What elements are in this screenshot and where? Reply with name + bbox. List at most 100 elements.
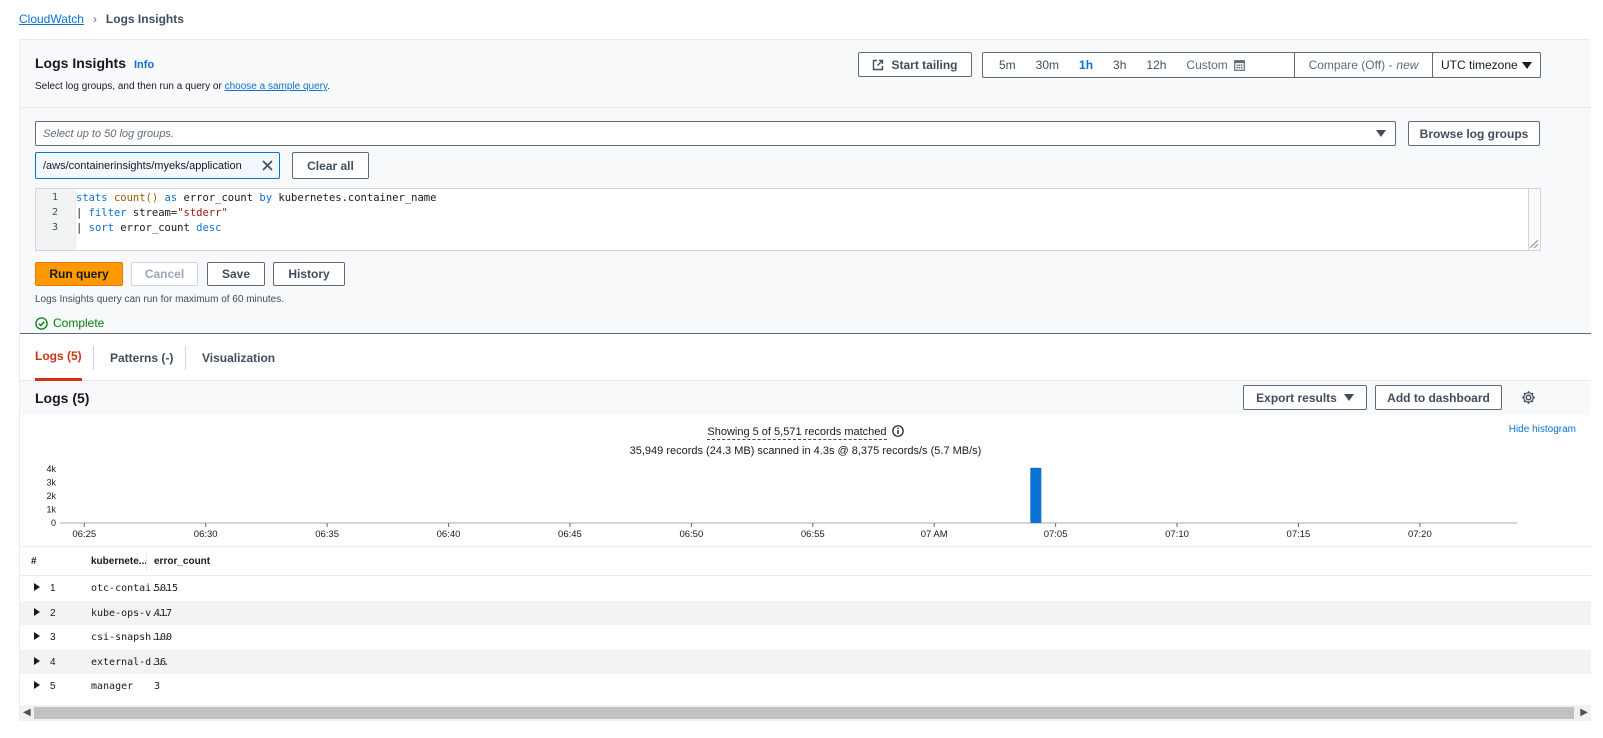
y-tick-label: 1k <box>46 505 56 515</box>
horizontal-scrollbar[interactable]: ◀ ▶ <box>20 705 1591 721</box>
table-row: 2 kube-ops-v... 417 <box>20 600 1591 625</box>
calendar-icon <box>1233 59 1245 71</box>
cell-error-count: 417 <box>154 607 173 619</box>
clear-all-button[interactable]: Clear all <box>292 152 369 179</box>
column-resizer[interactable] <box>146 553 147 571</box>
page-description: Select log groups, and then run a query … <box>35 81 330 92</box>
start-tailing-label: Start tailing <box>891 57 958 72</box>
caret-down-icon <box>1522 61 1532 69</box>
line-number: 2 <box>51 207 58 218</box>
cancel-button[interactable]: Cancel <box>131 262 198 286</box>
row-number: 5 <box>50 681 56 692</box>
query-pipe: | <box>76 222 83 234</box>
info-link[interactable]: Info <box>134 59 154 71</box>
expand-row-icon[interactable] <box>34 681 40 689</box>
tab-divider <box>93 346 94 370</box>
table-row: 3 csi-snapsh... 100 <box>20 625 1591 650</box>
query-text: error_count <box>183 192 254 204</box>
col-header-num: # <box>31 556 37 567</box>
line-number: 1 <box>51 192 58 203</box>
row-number: 2 <box>50 607 56 619</box>
results-table: # kubernete... error_count 1 otc-contai.… <box>20 546 1591 699</box>
time-option-5m[interactable]: 5m <box>989 58 1026 72</box>
compare-toggle[interactable]: Compare (Off) - new <box>1294 52 1432 78</box>
scroll-right-icon[interactable]: ▶ <box>1580 707 1588 718</box>
time-option-1h[interactable]: 1h <box>1069 58 1103 72</box>
time-option-12h[interactable]: 12h <box>1136 58 1176 72</box>
histogram-bar[interactable] <box>1030 467 1042 523</box>
query-string: "stderr" <box>177 207 228 219</box>
expand-row-icon[interactable] <box>34 607 40 616</box>
compare-new-badge: new <box>1396 58 1419 72</box>
expand-row-icon[interactable] <box>34 656 40 665</box>
timezone-value: UTC timezone <box>1441 58 1518 72</box>
expand-row-icon[interactable] <box>34 632 40 640</box>
breadcrumb-cloudwatch-link[interactable]: CloudWatch <box>19 12 84 26</box>
info-icon[interactable] <box>891 425 904 437</box>
save-button[interactable]: Save <box>207 262 265 286</box>
table-row: 4 external-d... 36 <box>20 649 1591 674</box>
y-tick-label: 4k <box>46 465 56 474</box>
sample-query-link[interactable]: choose a sample query <box>225 81 328 92</box>
records-matched-summary: Showing 5 of 5,571 records matched <box>20 425 1591 440</box>
table-row: 5 manager 3 <box>20 674 1591 699</box>
query-editor[interactable]: 1 2 3 stats count() as error_count by ku… <box>35 188 1541 251</box>
tab-patterns[interactable]: Patterns (-) <box>110 334 173 381</box>
expand-row-icon[interactable] <box>34 583 40 591</box>
query-keyword: as <box>164 192 178 204</box>
time-option-30m[interactable]: 30m <box>1026 58 1069 72</box>
cell-error-count: 5015 <box>154 583 179 594</box>
logs-header: Logs (5) Export results Add to dashboard <box>20 381 1591 415</box>
description-prefix: Select log groups, and then run a query … <box>35 81 225 92</box>
logs-insights-panel: Logs Insights Info Select log groups, an… <box>19 39 1591 721</box>
check-circle-icon <box>35 316 48 330</box>
close-icon[interactable] <box>262 160 273 171</box>
table-row: 1 otc-contai... 5015 <box>20 576 1591 601</box>
tab-logs[interactable]: Logs (5) <box>35 334 82 381</box>
browse-log-groups-button[interactable]: Browse log groups <box>1408 121 1540 146</box>
x-tick-label: 06:40 <box>437 529 461 540</box>
query-line-1: stats count() as error_count by kubernet… <box>76 192 436 204</box>
history-button[interactable]: History <box>273 262 345 286</box>
log-group-select[interactable]: Select up to 50 log groups. <box>35 121 1396 146</box>
query-keyword: sort <box>88 222 114 234</box>
timezone-select[interactable]: UTC timezone <box>1432 52 1541 78</box>
x-tick-label: 06:25 <box>72 529 96 540</box>
row-number: 4 <box>50 656 56 668</box>
description-suffix: . <box>327 81 331 92</box>
line-number: 3 <box>51 222 58 233</box>
x-tick-label: 06:35 <box>315 529 339 540</box>
breadcrumb-current: Logs Insights <box>105 12 184 26</box>
table-header: # kubernete... error_count <box>20 546 1591 576</box>
custom-label: Custom <box>1186 58 1228 72</box>
breadcrumb: CloudWatch › Logs Insights <box>19 11 184 27</box>
scrollbar-thumb[interactable] <box>34 707 1574 719</box>
selected-log-group-name: /aws/containerinsights/myeks/application <box>43 159 242 172</box>
gear-icon[interactable] <box>1521 390 1536 405</box>
tab-visualization[interactable]: Visualization <box>202 334 275 381</box>
run-query-button[interactable]: Run query <box>35 262 123 286</box>
export-results-button[interactable]: Export results <box>1243 385 1367 410</box>
col-header-container-name[interactable]: kubernete... <box>91 556 147 567</box>
log-group-placeholder: Select up to 50 log groups. <box>43 127 174 140</box>
row-number: 1 <box>50 583 56 594</box>
page-title-text: Logs Insights <box>35 55 126 71</box>
breadcrumb-separator-icon: › <box>92 12 97 26</box>
start-tailing-button[interactable]: Start tailing <box>858 52 972 77</box>
time-option-3h[interactable]: 3h <box>1103 58 1136 72</box>
query-text: stream= <box>132 207 178 219</box>
compare-label: Compare (Off) - <box>1308 58 1393 72</box>
resize-handle-icon[interactable] <box>1530 240 1538 248</box>
x-tick-label: 07:20 <box>1408 529 1432 540</box>
time-option-custom[interactable]: Custom <box>1176 58 1254 72</box>
hide-histogram-link[interactable]: Hide histogram <box>1509 424 1576 435</box>
col-header-error-count[interactable]: error_count <box>154 556 210 567</box>
query-line-3: | sort error_count desc <box>76 222 221 234</box>
page-title: Logs Insights Info <box>35 55 154 71</box>
query-keyword: desc <box>196 222 222 234</box>
add-to-dashboard-button[interactable]: Add to dashboard <box>1375 385 1502 410</box>
scroll-left-icon[interactable]: ◀ <box>23 707 31 718</box>
results-tabs: Logs (5) Patterns (-) Visualization <box>20 333 1591 381</box>
x-tick-label: 07:15 <box>1287 529 1311 540</box>
cell-container-name: manager <box>91 681 134 692</box>
